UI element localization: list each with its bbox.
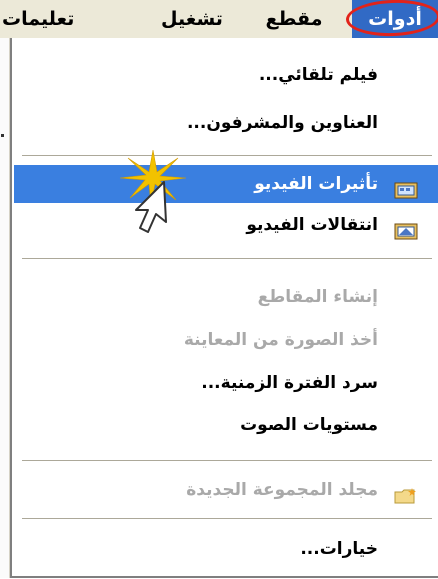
menu-item-label: مستويات الصوت	[240, 415, 378, 435]
menu-item-create-clips[interactable]: إنشاء المقاطع	[14, 278, 438, 316]
menu-item-label: خيارات...	[300, 539, 378, 559]
menu-item-label: مجلد المجموعة الجديدة	[186, 480, 378, 500]
menu-tools[interactable]: أدوات	[345, 0, 438, 38]
menu-help[interactable]: تعليمات	[2, 0, 126, 38]
menu-separator	[22, 155, 432, 156]
menu-bar: تعليمات تشغيل مقطع أدوات	[0, 0, 438, 39]
menu-item-automovie[interactable]: فيلم تلقائي...	[14, 56, 438, 94]
menu-item-label: أخذ الصورة من المعاينة	[183, 330, 378, 350]
menu-item-label: تأثيرات الفيديو	[254, 174, 378, 194]
menu-item-options[interactable]: خيارات...	[14, 530, 438, 568]
video-transitions-icon	[394, 216, 418, 240]
menu-item-take-picture[interactable]: أخذ الصورة من المعاينة	[14, 321, 438, 359]
menu-item-label: العناوين والمشرفون...	[186, 113, 378, 133]
new-folder-icon	[394, 481, 418, 504]
menu-item-label: انتقالات الفيديو	[246, 215, 378, 235]
tools-dropdown-menu: فيلم تلقائي... العناوين والمشرفون... تأث…	[10, 38, 438, 578]
menu-item-label: إنشاء المقاطع	[257, 287, 378, 307]
menu-item-audio-levels[interactable]: مستويات الصوت	[14, 406, 438, 444]
menu-item-video-effects[interactable]: تأثيرات الفيديو	[14, 165, 438, 203]
menu-clip[interactable]: مقطع	[258, 0, 330, 38]
background-mark	[1, 134, 4, 137]
menu-item-label: فيلم تلقائي...	[258, 65, 378, 85]
menu-item-video-transitions[interactable]: انتقالات الفيديو	[14, 206, 438, 244]
video-effects-icon	[394, 175, 418, 199]
menu-separator	[22, 258, 432, 259]
menu-item-new-collection-folder[interactable]: مجلد المجموعة الجديدة	[14, 471, 438, 509]
menu-item-narrate-timeline[interactable]: سرد الفترة الزمنية...	[14, 364, 438, 402]
menu-separator	[22, 460, 432, 461]
mouse-pointer-icon	[135, 181, 167, 233]
annotation-circle	[345, 0, 438, 38]
menu-item-titles-credits[interactable]: العناوين والمشرفون...	[14, 104, 438, 142]
window-background-edge	[0, 38, 10, 578]
menu-separator	[22, 518, 432, 519]
menu-item-label: سرد الفترة الزمنية...	[201, 373, 378, 393]
menu-play[interactable]: تشغيل	[140, 0, 244, 38]
